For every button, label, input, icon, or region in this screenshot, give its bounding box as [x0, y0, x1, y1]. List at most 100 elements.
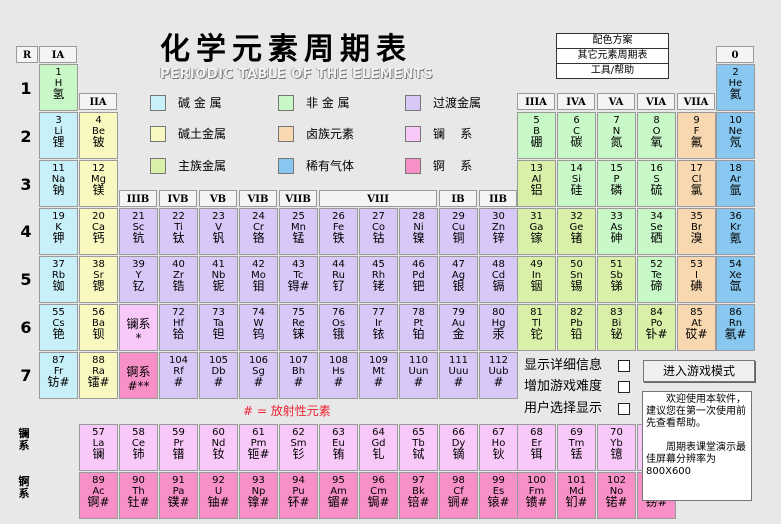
element-cell-ho[interactable]: 67 Ho 钬 [479, 424, 518, 471]
element-cell-ac[interactable]: 89 Ac 锕# [79, 472, 118, 519]
element-cell-la[interactable]: 57 La 镧 [79, 424, 118, 471]
element-cell-hg[interactable]: 80 Hg 汞 [479, 304, 518, 351]
element-cell-rh[interactable]: 45 Rh 铑 [359, 256, 398, 303]
element-cell-es[interactable]: 99 Es 锿# [479, 472, 518, 519]
element-cell-no[interactable]: 102 No 锘# [597, 472, 636, 519]
element-cell-li[interactable]: 3 Li 锂 [39, 112, 78, 159]
option-difficulty-checkbox[interactable] [618, 381, 630, 393]
element-cell-cl[interactable]: 17 Cl 氯 [677, 160, 716, 207]
element-cell-uun[interactable]: 110 Uun # [399, 352, 438, 399]
element-cell-nb[interactable]: 41 Nb 铌 [199, 256, 238, 303]
element-cell-tc[interactable]: 43 Tc 锝# [279, 256, 318, 303]
element-cell-pt[interactable]: 78 Pt 铂 [399, 304, 438, 351]
element-cell-ra[interactable]: 88 Ra 镭# [79, 352, 118, 399]
element-cell-sn[interactable]: 50 Sn 锡 [557, 256, 596, 303]
element-cell-p[interactable]: 15 P 磷 [597, 160, 636, 207]
element-cell-zr[interactable]: 40 Zr 锆 [159, 256, 198, 303]
element-cell-po[interactable]: 84 Po 钋# [637, 304, 676, 351]
element-cell-pr[interactable]: 59 Pr 镨 [159, 424, 198, 471]
element-cell-rf[interactable]: 104 Rf # [159, 352, 198, 399]
element-cell-cu[interactable]: 29 Cu 铜 [439, 208, 478, 255]
element-cell-rb[interactable]: 37 Rb 铷 [39, 256, 78, 303]
element-cell-he[interactable]: 2 He 氦 [716, 64, 755, 111]
element-cell-mt[interactable]: 109 Mt # [359, 352, 398, 399]
element-cell-ar[interactable]: 18 Ar 氩 [716, 160, 755, 207]
element-cell-ne[interactable]: 10 Ne 氖 [716, 112, 755, 159]
element-cell-na[interactable]: 11 Na 钠 [39, 160, 78, 207]
element-cell-bh[interactable]: 107 Bh # [279, 352, 318, 399]
menu-tools-help[interactable]: 工具/帮助 [557, 64, 668, 78]
element-cell-al[interactable]: 13 Al 铝 [517, 160, 556, 207]
element-cell-au[interactable]: 79 Au 金 [439, 304, 478, 351]
element-cell-ca[interactable]: 20 Ca 钙 [79, 208, 118, 255]
element-cell-cr[interactable]: 24 Cr 铬 [239, 208, 278, 255]
element-cell-ba[interactable]: 56 Ba 钡 [79, 304, 118, 351]
element-cell-db[interactable]: 105 Db # [199, 352, 238, 399]
element-cell-br[interactable]: 35 Br 溴 [677, 208, 716, 255]
element-cell-fm[interactable]: 100 Fm 镄# [517, 472, 556, 519]
element-cell-ir[interactable]: 77 Ir 铱 [359, 304, 398, 351]
element-cell-ag[interactable]: 47 Ag 银 [439, 256, 478, 303]
element-cell-zn[interactable]: 30 Zn 锌 [479, 208, 518, 255]
element-cell-hf[interactable]: 72 Hf 铪 [159, 304, 198, 351]
element-cell-cf[interactable]: 98 Cf 锎# [439, 472, 478, 519]
element-cell-u[interactable]: 92 U 铀# [199, 472, 238, 519]
element-cell-pm[interactable]: 61 Pm 钷# [239, 424, 278, 471]
option-user-select-checkbox[interactable] [618, 403, 630, 415]
element-cell-s[interactable]: 16 S 硫 [637, 160, 676, 207]
element-cell-se[interactable]: 34 Se 硒 [637, 208, 676, 255]
element-cell-pa[interactable]: 91 Pa 镤# [159, 472, 198, 519]
element-cell-sc[interactable]: 21 Sc 钪 [119, 208, 158, 255]
element-cell-mg[interactable]: 12 Mg 镁 [79, 160, 118, 207]
element-cell-sr[interactable]: 38 Sr 锶 [79, 256, 118, 303]
element-cell-np[interactable]: 93 Np 镎# [239, 472, 278, 519]
element-cell-pd[interactable]: 46 Pd 钯 [399, 256, 438, 303]
menu-other-tables[interactable]: 其它元素周期表 [557, 49, 668, 64]
element-cell-series[interactable]: 锕系 #** [119, 352, 158, 399]
element-cell-tm[interactable]: 69 Tm 铥 [557, 424, 596, 471]
element-cell-sm[interactable]: 62 Sm 钐 [279, 424, 318, 471]
element-cell-mn[interactable]: 25 Mn 锰 [279, 208, 318, 255]
element-cell-eu[interactable]: 63 Eu 铕 [319, 424, 358, 471]
element-cell-be[interactable]: 4 Be 铍 [79, 112, 118, 159]
element-cell-bk[interactable]: 97 Bk 锫# [399, 472, 438, 519]
menu-color-scheme[interactable]: 配色方案 [557, 34, 668, 49]
element-cell-cd[interactable]: 48 Cd 镉 [479, 256, 518, 303]
element-cell-i[interactable]: 53 I 碘 [677, 256, 716, 303]
element-cell-ru[interactable]: 44 Ru 钌 [319, 256, 358, 303]
element-cell-gd[interactable]: 64 Gd 钆 [359, 424, 398, 471]
element-cell-w[interactable]: 74 W 钨 [239, 304, 278, 351]
element-cell-ta[interactable]: 73 Ta 钽 [199, 304, 238, 351]
element-cell-in[interactable]: 49 In 铟 [517, 256, 556, 303]
element-cell-fe[interactable]: 26 Fe 铁 [319, 208, 358, 255]
element-cell-pu[interactable]: 94 Pu 钚# [279, 472, 318, 519]
element-cell-ti[interactable]: 22 Ti 钛 [159, 208, 198, 255]
element-cell-ce[interactable]: 58 Ce 铈 [119, 424, 158, 471]
element-cell-tb[interactable]: 65 Tb 铽 [399, 424, 438, 471]
element-cell-cm[interactable]: 96 Cm 锔# [359, 472, 398, 519]
element-cell-sg[interactable]: 106 Sg # [239, 352, 278, 399]
element-cell-bi[interactable]: 83 Bi 铋 [597, 304, 636, 351]
element-cell-rn[interactable]: 86 Rn 氡# [716, 304, 755, 351]
element-cell-cs[interactable]: 55 Cs 铯 [39, 304, 78, 351]
option-show-details-checkbox[interactable] [618, 360, 630, 372]
element-cell-tl[interactable]: 81 Tl 铊 [517, 304, 556, 351]
element-cell-h[interactable]: 1H氢 [39, 64, 78, 111]
element-cell-er[interactable]: 68 Er 铒 [517, 424, 556, 471]
element-cell-mo[interactable]: 42 Mo 钼 [239, 256, 278, 303]
element-cell-yb[interactable]: 70 Yb 镱 [597, 424, 636, 471]
element-cell-th[interactable]: 90 Th 钍# [119, 472, 158, 519]
element-cell-re[interactable]: 75 Re 铼 [279, 304, 318, 351]
element-cell-si[interactable]: 14 Si 硅 [557, 160, 596, 207]
element-cell-ni[interactable]: 28 Ni 镍 [399, 208, 438, 255]
element-cell-kr[interactable]: 36 Kr 氪 [716, 208, 755, 255]
element-cell-at[interactable]: 85 At 砹# [677, 304, 716, 351]
element-cell-y[interactable]: 39 Y 钇 [119, 256, 158, 303]
element-cell-xe[interactable]: 54 Xe 氙 [716, 256, 755, 303]
element-cell-ge[interactable]: 32 Ge 锗 [557, 208, 596, 255]
element-cell-n[interactable]: 7N氮 [597, 112, 636, 159]
element-cell-uub[interactable]: 112 Uub # [479, 352, 518, 399]
element-cell-b[interactable]: 5B硼 [517, 112, 556, 159]
element-cell-c[interactable]: 6C碳 [557, 112, 596, 159]
element-cell-o[interactable]: 8O氧 [637, 112, 676, 159]
